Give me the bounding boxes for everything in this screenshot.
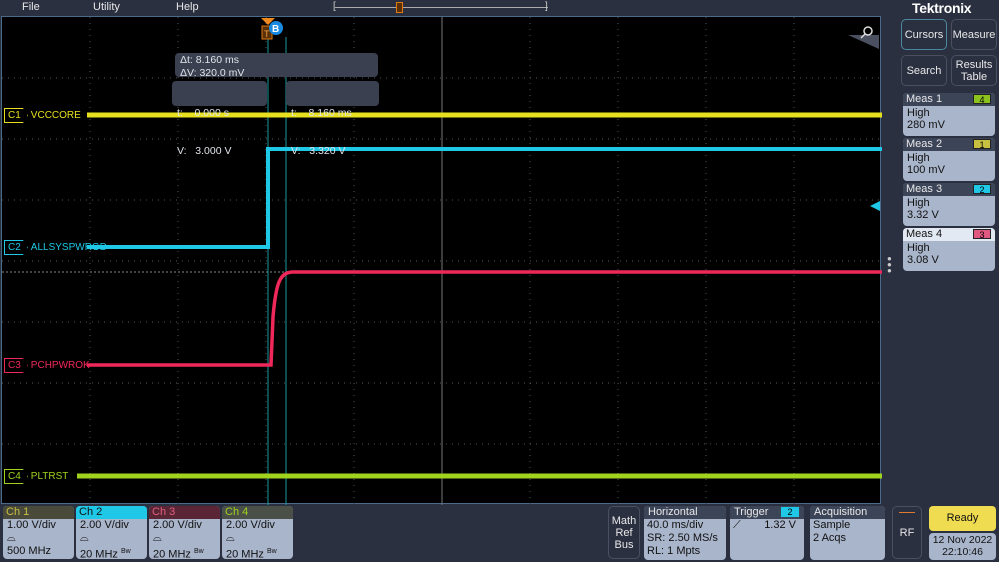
bandwidth-limit-icon: Bw [120, 548, 131, 555]
results-table-button[interactable]: Results Table [951, 55, 997, 86]
trigger-level-arrow-icon [870, 201, 880, 211]
probe-icon: ⌓ [226, 532, 235, 544]
math-ref-bus-button[interactable]: Math Ref Bus [608, 506, 640, 559]
cursor-b-label: B [272, 24, 279, 35]
magnifier-icon [863, 26, 873, 36]
sample-rate: SR: 2.50 MS/s [647, 532, 718, 544]
run-status-button[interactable]: Ready [929, 506, 996, 531]
trigger-source-badge: 2 [781, 507, 799, 517]
probe-icon: ⌓ [7, 532, 16, 544]
horizontal-badge[interactable]: Horizontal 40.0 ms/div SR: 2.50 MS/s RL: 1 … [644, 506, 726, 560]
ch2-label[interactable]: C2 ALLSYSPWRGD [4, 240, 107, 255]
ch3-waveform [87, 270, 882, 367]
date-time[interactable]: 12 Nov 2022 22:10:46 [929, 533, 996, 560]
ch3-badge[interactable]: Ch 3 2.00 V/div ⌓ 20 MHz Bw [149, 506, 220, 559]
cursor-delta-readout[interactable]: Δt: 8.160 ms ΔV: 320.0 mV [175, 53, 378, 79]
zoom-corner-icon [848, 35, 879, 49]
trigger-marker-label: T [264, 29, 270, 39]
delta-v: ΔV: 320.0 mV [180, 66, 245, 79]
ch4-badge[interactable]: Ch 4 2.00 V/div ⌓ 20 MHz Bw [222, 506, 293, 559]
ch1-label[interactable]: C1 VCCCORE [4, 108, 81, 123]
source-badge: 4 [973, 94, 991, 105]
rising-edge-icon: ⟋ [733, 519, 741, 531]
cursor-a-readout[interactable]: t: 0.000 s V: 3.000 V [172, 81, 267, 157]
record-length: RL: 1 Mpts [647, 545, 701, 557]
cursor-a-time: t: 0.000 s [177, 107, 229, 119]
cursor-b-voltage: V: 3.320 V [291, 144, 346, 157]
horizontal-scale: 40.0 ms/div [647, 519, 704, 531]
waveform-plot[interactable]: T B Δt: 8.160 ms ΔV: 320.0 mV t: 0.000 s… [1, 16, 882, 505]
source-badge: 1 [973, 139, 991, 150]
bandwidth-limit-icon: Bw [193, 548, 204, 555]
trigger-badge[interactable]: Trigger 2 ⟋ 1.32 V [730, 506, 804, 560]
meas-2-badge[interactable]: Meas 2 1 High 100 mV [903, 138, 995, 181]
menu-utility[interactable]: Utility [93, 1, 120, 13]
source-badge: 3 [973, 229, 991, 240]
menu-help[interactable]: Help [176, 1, 199, 13]
source-badge: 2 [973, 184, 991, 195]
measure-button[interactable]: Measure [951, 19, 997, 50]
delta-t: Δt: 8.160 ms [180, 54, 239, 66]
meas-4-badge[interactable]: Meas 4 3 High 3.08 V [903, 228, 995, 271]
cursors-button[interactable]: Cursors [901, 19, 947, 50]
probe-icon: ⌓ [153, 532, 162, 544]
cursor-b-readout[interactable]: t: 8.160 ms V: 3.320 V [286, 81, 379, 157]
overview-trigger-icon [396, 2, 403, 13]
tektronix-logo: Tektronix [912, 0, 972, 16]
more-handle-icon[interactable]: ● ● ● [887, 255, 892, 275]
ch3-label[interactable]: C3 PCHPWROK [4, 358, 90, 373]
search-button[interactable]: Search [901, 55, 947, 86]
acquisition-badge[interactable]: Acquisition Sample 2 Acqs [810, 506, 885, 560]
menu-bar: File Utility Help [ ] [0, 0, 999, 16]
meas-3-badge[interactable]: Meas 3 2 High 3.32 V [903, 183, 995, 226]
ch2-badge[interactable]: Ch 2 2.00 V/div ⌓ 20 MHz Bw [76, 506, 147, 559]
bandwidth-limit-icon: Bw [266, 548, 277, 555]
menu-file[interactable]: File [22, 1, 40, 13]
rf-indicator [899, 512, 915, 513]
waveform-graticule: T B [2, 17, 882, 505]
waveform-overview[interactable] [335, 7, 548, 8]
meas-1-badge[interactable]: Meas 1 4 High 280 mV [903, 93, 995, 136]
ch4-label[interactable]: C4 PLTRST [4, 469, 68, 484]
probe-icon: ⌓ [80, 532, 89, 544]
rf-button[interactable]: RF [892, 506, 922, 559]
ch1-badge[interactable]: Ch 1 1.00 V/div ⌓ 500 MHz [3, 506, 74, 559]
overview-bracket-right: ] [545, 1, 548, 12]
cursor-b-time: t: 8.160 ms [291, 107, 352, 119]
cursor-a-voltage: V: 3.000 V [177, 144, 232, 157]
